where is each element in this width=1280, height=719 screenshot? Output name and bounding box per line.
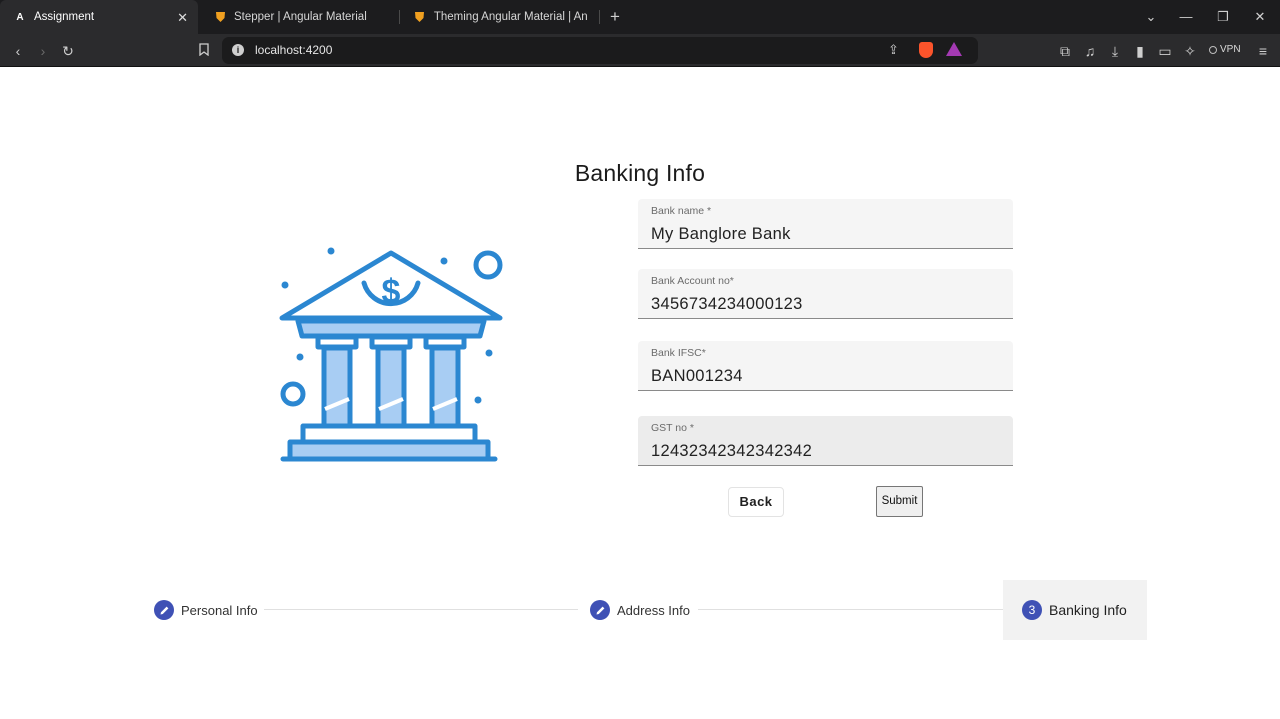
vpn-label: VPN — [1220, 44, 1241, 55]
step-address-info[interactable]: Address Info — [590, 580, 690, 640]
restore-icon[interactable]: ❐ — [1205, 0, 1241, 34]
new-tab-button[interactable]: + — [606, 7, 624, 27]
bookmark-icon[interactable] — [193, 40, 215, 62]
forward-nav-icon[interactable]: › — [32, 40, 54, 62]
url-text: localhost:4200 — [255, 43, 333, 57]
bank-ifsc-input[interactable]: BAN001234 — [651, 367, 1001, 386]
bank-account-input[interactable]: 3456734234000123 — [651, 295, 1001, 314]
stepper-connector — [698, 609, 1003, 610]
tab-title: Theming Angular Material | Angular — [433, 11, 588, 23]
brave-shields-icon[interactable] — [919, 42, 933, 58]
bank-building-icon: $ — [279, 247, 503, 462]
media-icon[interactable]: ♫ — [1079, 40, 1101, 62]
extensions-icon[interactable]: ⧉ — [1054, 40, 1076, 62]
step-label: Banking Info — [1049, 602, 1127, 618]
bank-account-label: Bank Account no* — [651, 275, 734, 287]
gst-no-input[interactable]: 12432342342342342 — [651, 442, 1001, 461]
bank-account-field[interactable]: Bank Account no* 3456734234000123 — [638, 269, 1013, 319]
gst-no-label: GST no * — [651, 422, 694, 434]
browser-tab-bar: A Assignment ✕ Stepper | Angular Materia… — [0, 0, 1280, 34]
download-icon[interactable]: ⤓ — [1104, 40, 1126, 62]
bank-name-input[interactable]: My Banglore Bank — [651, 225, 1001, 244]
svg-text:$: $ — [382, 273, 401, 311]
vpn-button[interactable]: VPN — [1209, 44, 1241, 55]
vpn-status-icon — [1209, 45, 1217, 54]
tab-assignment[interactable]: A Assignment ✕ — [0, 0, 198, 34]
stepper-connector — [264, 609, 578, 610]
gst-no-field[interactable]: GST no * 12432342342342342 — [638, 416, 1013, 466]
brave-shield-icon — [214, 11, 226, 23]
tab-stepper[interactable]: Stepper | Angular Material — [200, 0, 395, 34]
bank-ifsc-field[interactable]: Bank IFSC* BAN001234 — [638, 341, 1013, 391]
browser-toolbar: ‹ › ↻ i localhost:4200 ⇪ ⧉ ♫ ⤓ ▮ ▭ ✧ VPN… — [0, 34, 1280, 67]
bank-name-field[interactable]: Bank name * My Banglore Bank — [638, 199, 1013, 249]
close-window-icon[interactable]: ✕ — [1242, 0, 1278, 34]
close-tab-icon[interactable]: ✕ — [177, 10, 188, 26]
address-bar[interactable]: i localhost:4200 ⇪ — [222, 37, 978, 64]
tab-title: Stepper | Angular Material — [234, 11, 367, 23]
step-banking-info[interactable]: 3 Banking Info — [1003, 580, 1147, 640]
pencil-icon — [590, 600, 610, 620]
step-personal-info[interactable]: Personal Info — [154, 580, 258, 640]
menu-icon[interactable]: ≡ — [1252, 40, 1274, 62]
step-number: 3 — [1022, 600, 1042, 620]
brave-shield-icon — [414, 11, 426, 23]
sidebar-icon[interactable]: ▮ — [1129, 40, 1151, 62]
tab-separator — [599, 10, 600, 24]
reload-icon[interactable]: ↻ — [57, 40, 79, 62]
minimize-icon[interactable]: — — [1168, 0, 1204, 34]
share-icon[interactable]: ⇪ — [888, 42, 899, 58]
leo-ai-icon[interactable]: ✧ — [1179, 40, 1201, 62]
back-nav-icon[interactable]: ‹ — [7, 40, 29, 62]
brave-rewards-icon[interactable] — [946, 42, 962, 56]
step-label: Address Info — [617, 602, 690, 618]
submit-button[interactable]: Submit — [876, 486, 923, 517]
tab-title: Assignment — [34, 11, 95, 23]
tab-search-icon[interactable]: ⌄ — [1133, 0, 1169, 34]
pencil-icon — [154, 600, 174, 620]
back-button[interactable]: Back — [728, 487, 784, 517]
page-title: Banking Info — [574, 160, 706, 186]
site-info-icon[interactable]: i — [232, 44, 244, 56]
tab-theming[interactable]: Theming Angular Material | Angular — [400, 0, 588, 34]
step-label: Personal Info — [181, 602, 258, 618]
bank-name-label: Bank name * — [651, 205, 712, 217]
wallet-icon[interactable]: ▭ — [1154, 40, 1176, 62]
bank-ifsc-label: Bank IFSC* — [651, 347, 706, 359]
angular-icon: A — [16, 11, 24, 23]
